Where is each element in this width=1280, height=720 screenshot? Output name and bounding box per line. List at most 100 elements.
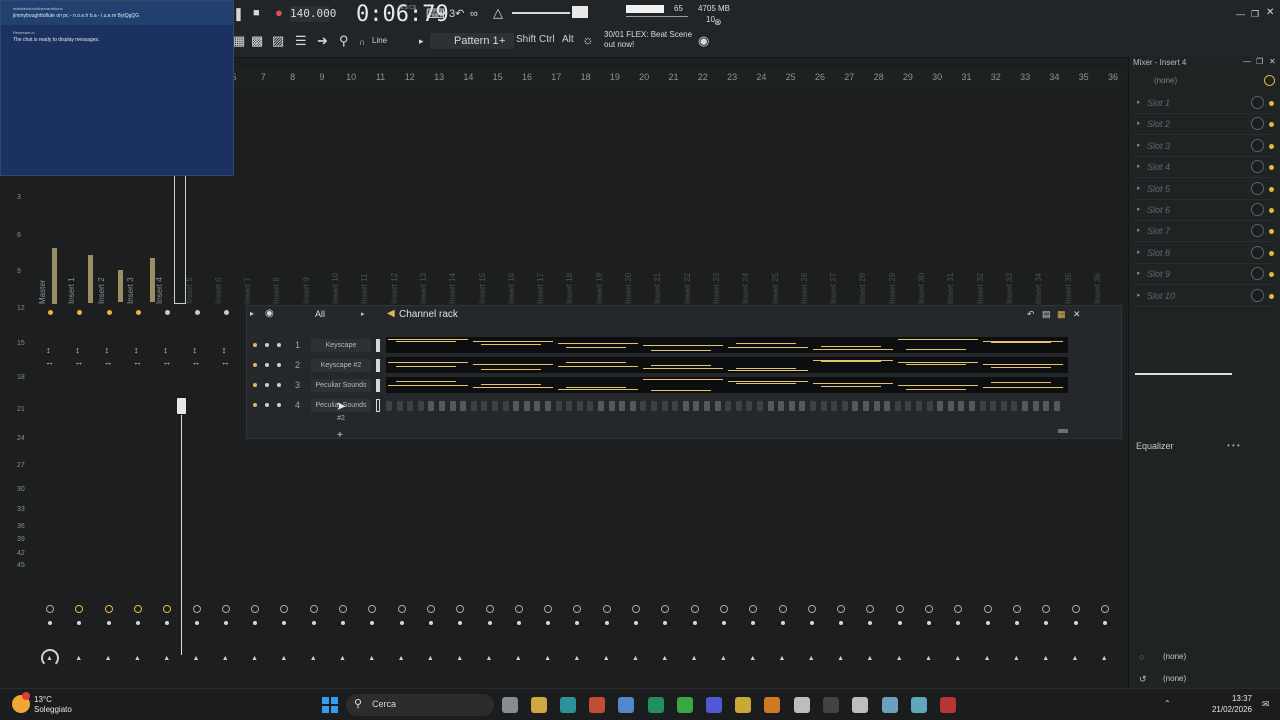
step-button[interactable] [831, 401, 838, 411]
step-button[interactable] [725, 401, 732, 411]
slot-mix-knob[interactable] [1251, 138, 1264, 152]
step-button[interactable] [714, 401, 721, 411]
taskbar-date[interactable]: 21/02/2026 [1200, 705, 1252, 714]
panel-restore-icon[interactable]: ❐ [1256, 57, 1263, 66]
pan-icon[interactable]: ↔ [45, 357, 54, 367]
mixer-track-label[interactable]: Insert 23 [712, 273, 721, 304]
mixer-track-label[interactable]: Insert 14 [448, 273, 457, 304]
slot-enable-led[interactable] [1269, 293, 1274, 299]
route-arrow-icon[interactable]: ▲ [339, 655, 346, 662]
mixer-track-label[interactable]: Insert 8 [272, 277, 281, 304]
step-button[interactable] [587, 401, 594, 411]
maximize-icon[interactable]: ❐ [1251, 6, 1259, 22]
slot-expand-icon[interactable]: ▸ [1137, 226, 1141, 234]
master-pitch-knob[interactable] [572, 6, 588, 18]
channel-select-indicator[interactable] [376, 399, 380, 412]
channel-piano-roll-preview[interactable] [386, 377, 1068, 393]
route-arrow-icon[interactable]: ▲ [163, 655, 170, 662]
track-route-dot[interactable] [106, 621, 111, 625]
mixer-track-label[interactable]: Insert 1 [67, 277, 76, 304]
metronome-icon[interactable]: △ [493, 5, 503, 21]
mixer-track-label[interactable]: Insert 7 [243, 277, 252, 304]
step-button[interactable] [576, 401, 583, 411]
track-route-knob[interactable] [397, 605, 406, 613]
track-route-dot[interactable] [692, 621, 697, 625]
slot-mix-knob[interactable] [1251, 181, 1264, 195]
step-button[interactable] [682, 401, 689, 411]
step-button[interactable] [470, 401, 477, 411]
track-enable-led[interactable] [106, 310, 112, 315]
track-route-dot[interactable] [311, 621, 316, 625]
mixer-track-label[interactable]: Insert 31 [946, 273, 955, 304]
mixer-track-label[interactable]: Insert 2 [97, 277, 106, 304]
effect-slot[interactable]: ▸ Slot 5 [1135, 180, 1275, 200]
step-button[interactable] [852, 401, 859, 411]
route-arrow-icon[interactable]: ▲ [544, 655, 551, 662]
windows-start-icon[interactable] [322, 697, 338, 713]
mixer-track-label[interactable]: Insert 17 [536, 273, 545, 304]
route-arrow-icon[interactable]: ▲ [837, 655, 844, 662]
channel-mute-led[interactable] [253, 403, 257, 407]
mixer-track-label[interactable]: Insert 19 [595, 273, 604, 304]
track-route-dot[interactable] [985, 621, 990, 625]
channel-knob[interactable] [265, 343, 269, 347]
slot-mix-knob[interactable] [1251, 96, 1264, 109]
step-button[interactable] [1053, 401, 1060, 411]
mixer-track-label[interactable]: Insert 16 [507, 273, 516, 304]
step-button[interactable] [947, 401, 954, 411]
step-button[interactable] [746, 401, 753, 411]
track-route-dot[interactable] [634, 621, 638, 625]
route-arrow-icon[interactable]: ▲ [515, 655, 522, 662]
track-route-knob[interactable] [192, 605, 201, 613]
route-arrow-icon[interactable]: ▲ [1072, 655, 1079, 662]
channel-piano-roll-preview[interactable] [386, 357, 1068, 373]
mixer-track-label[interactable]: Insert 15 [478, 273, 487, 304]
step-button[interactable] [757, 401, 763, 411]
route-arrow-icon[interactable]: ▲ [1042, 655, 1049, 662]
stereo-separation-icon[interactable]: ↕ [105, 345, 110, 355]
mixer-track-label[interactable]: Master [38, 280, 47, 304]
effect-slot[interactable]: ▸ Slot 6 [1135, 201, 1275, 221]
slot-expand-icon[interactable]: ▸ [1137, 162, 1141, 170]
step-button[interactable] [386, 401, 392, 411]
step-button[interactable] [1032, 401, 1039, 411]
track-route-knob[interactable] [1071, 605, 1080, 613]
track-enable-led[interactable] [194, 310, 200, 315]
channel-name-button[interactable]: Keyscape #2 [311, 359, 371, 372]
shift-modifier[interactable]: Shift [516, 34, 536, 45]
channel-knob[interactable] [265, 403, 269, 407]
slot-mix-knob[interactable] [1251, 267, 1264, 281]
step-button[interactable] [916, 401, 922, 411]
track-route-dot[interactable] [428, 621, 433, 625]
task-view-icon[interactable] [502, 697, 518, 713]
step-button[interactable] [1011, 401, 1018, 411]
track-route-dot[interactable] [487, 621, 492, 625]
close-icon[interactable]: ✕ [1266, 5, 1274, 21]
mixer-track-label[interactable]: Insert 34 [1034, 273, 1043, 304]
mixer-track-label[interactable]: Insert 20 [624, 273, 633, 304]
route-arrow-icon[interactable]: ▲ [398, 655, 405, 662]
route-arrow-icon[interactable]: ▲ [310, 655, 317, 662]
mixer-track-label[interactable]: Insert 10 [331, 273, 340, 304]
channel-name-button[interactable]: Peculiar Sounds [311, 379, 371, 392]
step-button[interactable] [428, 401, 435, 411]
track-route-dot[interactable] [1073, 621, 1078, 625]
record-icon[interactable]: ● [275, 5, 283, 21]
filter-arrow-icon[interactable]: ▸ [361, 310, 365, 318]
step-button[interactable] [492, 401, 498, 411]
mixer-track-label[interactable]: Insert 32 [976, 273, 985, 304]
effect-slot[interactable]: ▸ Slot 1 [1135, 94, 1275, 114]
step-button[interactable] [788, 401, 795, 411]
app-headphones-icon[interactable] [911, 697, 927, 713]
track-route-dot[interactable] [809, 621, 814, 625]
track-route-knob[interactable] [104, 605, 113, 613]
route-arrow-icon[interactable]: ▲ [749, 655, 756, 662]
route-arrow-icon[interactable]: ▲ [1101, 655, 1108, 662]
slot-mix-knob[interactable] [1251, 224, 1264, 238]
swing-knob-icon[interactable]: ◉ [265, 308, 274, 319]
mixer-track-label[interactable]: Insert 18 [565, 273, 574, 304]
track-route-knob[interactable] [925, 605, 933, 613]
track-route-knob[interactable] [339, 605, 347, 613]
channel-knob[interactable] [277, 403, 281, 407]
route-arrow-icon[interactable]: ▲ [280, 655, 287, 662]
